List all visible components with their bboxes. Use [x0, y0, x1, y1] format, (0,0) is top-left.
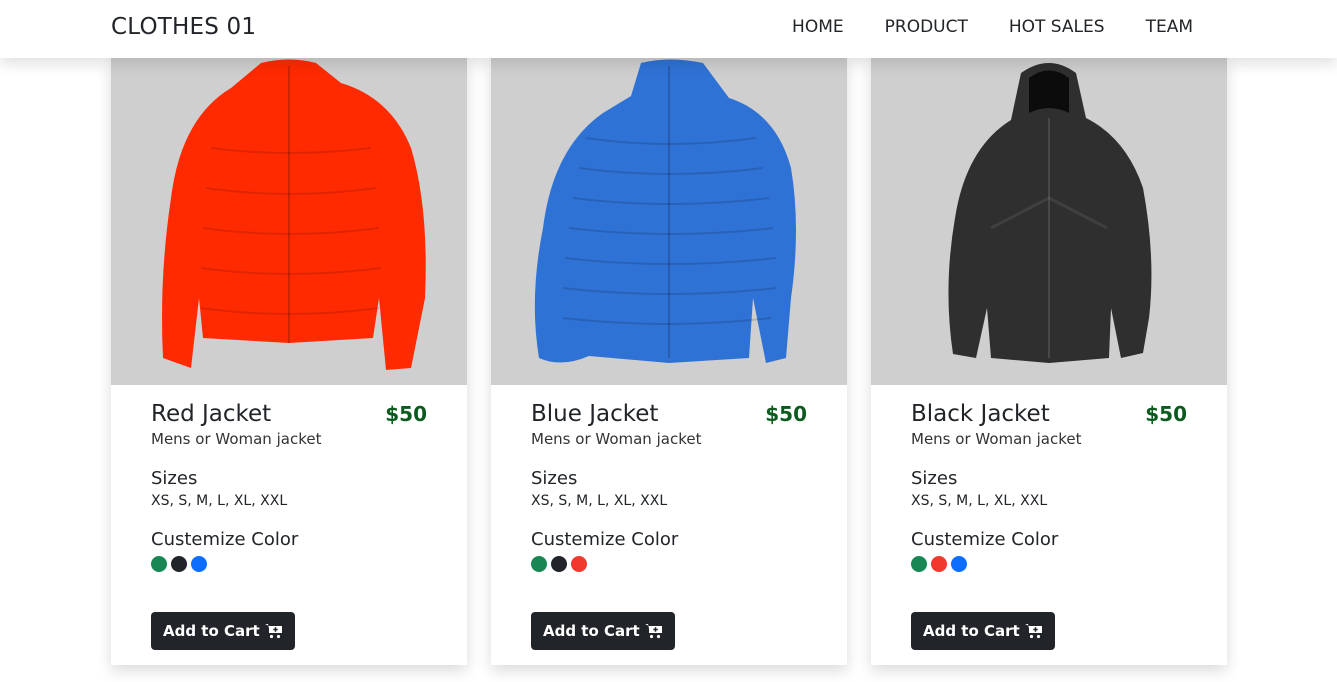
product-price: $50: [765, 402, 807, 426]
sizes-list: XS, S, M, L, XL, XXL: [151, 493, 288, 509]
color-swatch[interactable]: [571, 556, 587, 572]
product-image: [111, 58, 467, 385]
card-body: Black Jacket $50 Mens or Woman jacket Si…: [911, 401, 1187, 572]
add-to-cart-label: Add to Cart: [543, 622, 640, 640]
add-to-cart-button[interactable]: Add to Cart: [151, 612, 295, 650]
color-swatch[interactable]: [551, 556, 567, 572]
nav-link-product[interactable]: PRODUCT: [885, 17, 968, 37]
color-swatch[interactable]: [151, 556, 167, 572]
color-swatch[interactable]: [911, 556, 927, 572]
jacket-illustration: [948, 63, 1152, 363]
navbar: CLOTHES 01 HOME PRODUCT HOT SALES TEAM: [0, 0, 1337, 58]
sizes-list: XS, S, M, L, XL, XXL: [911, 493, 1048, 509]
color-swatch[interactable]: [951, 556, 967, 572]
product-image: [491, 58, 847, 385]
title-row: Red Jacket $50: [151, 401, 427, 427]
color-swatch[interactable]: [171, 556, 187, 572]
sizes-list: XS, S, M, L, XL, XXL: [531, 493, 668, 509]
product-price: $50: [1145, 402, 1187, 426]
title-row: Black Jacket $50: [911, 401, 1187, 427]
card-body: Red Jacket $50 Mens or Woman jacket Size…: [151, 401, 427, 572]
cart-plus-icon: [264, 624, 282, 639]
nav-links: HOME PRODUCT HOT SALES TEAM: [792, 17, 1193, 37]
nav-link-hot-sales[interactable]: HOT SALES: [1009, 17, 1105, 37]
cart-plus-icon: [644, 624, 662, 639]
add-to-cart-label: Add to Cart: [163, 622, 260, 640]
jacket-illustration: [534, 59, 796, 363]
color-swatch[interactable]: [191, 556, 207, 572]
sizes-heading: Sizes: [911, 468, 958, 489]
color-swatch[interactable]: [931, 556, 947, 572]
color-swatches: [151, 556, 427, 572]
add-to-cart-button[interactable]: Add to Cart: [531, 612, 675, 650]
title-row: Blue Jacket $50: [531, 401, 807, 427]
color-swatches: [531, 556, 807, 572]
product-title: Black Jacket: [911, 401, 1050, 427]
sizes-heading: Sizes: [151, 468, 198, 489]
sizes-heading: Sizes: [531, 468, 578, 489]
brand-logo[interactable]: CLOTHES 01: [111, 14, 256, 40]
card-body: Blue Jacket $50 Mens or Woman jacket Siz…: [531, 401, 807, 572]
nav-link-team[interactable]: TEAM: [1146, 17, 1193, 37]
product-subtitle: Mens or Woman jacket: [531, 430, 702, 448]
add-to-cart-label: Add to Cart: [923, 622, 1020, 640]
nav-link-home[interactable]: HOME: [792, 17, 844, 37]
jacket-illustration: [162, 59, 426, 370]
color-heading: Custemize Color: [911, 529, 1059, 550]
color-heading: Custemize Color: [531, 529, 679, 550]
product-subtitle: Mens or Woman jacket: [151, 430, 322, 448]
color-swatch[interactable]: [531, 556, 547, 572]
add-to-cart-button[interactable]: Add to Cart: [911, 612, 1055, 650]
product-card: Blue Jacket $50 Mens or Woman jacket Siz…: [491, 58, 847, 665]
product-cards: Red Jacket $50 Mens or Woman jacket Size…: [111, 58, 1227, 665]
color-heading: Custemize Color: [151, 529, 299, 550]
product-title: Red Jacket: [151, 401, 272, 427]
product-title: Blue Jacket: [531, 401, 659, 427]
cart-plus-icon: [1024, 624, 1042, 639]
product-card: Red Jacket $50 Mens or Woman jacket Size…: [111, 58, 467, 665]
product-image: [871, 58, 1227, 385]
product-price: $50: [385, 402, 427, 426]
color-swatches: [911, 556, 1187, 572]
product-subtitle: Mens or Woman jacket: [911, 430, 1082, 448]
product-card: Black Jacket $50 Mens or Woman jacket Si…: [871, 58, 1227, 665]
